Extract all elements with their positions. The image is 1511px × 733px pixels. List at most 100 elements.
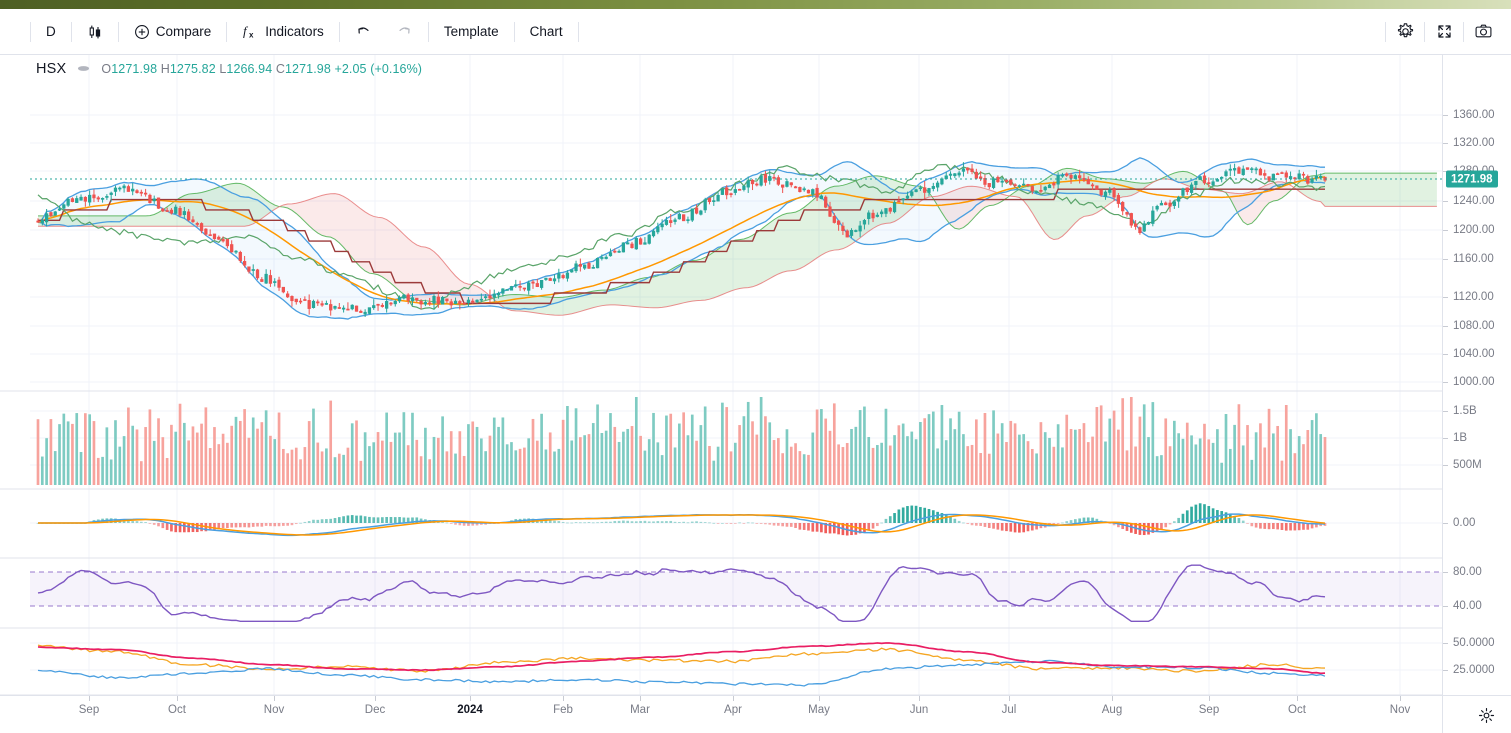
volume-bar: [148, 409, 152, 485]
candle-body: [337, 307, 341, 309]
toolbar-divider: [1463, 21, 1464, 42]
candle-body: [1022, 183, 1026, 186]
candle-body: [1194, 181, 1198, 185]
fullscreen-button[interactable]: [1428, 17, 1460, 47]
snapshot-button[interactable]: [1467, 17, 1499, 47]
volume-bar: [600, 433, 604, 485]
macd-histogram-bar: [815, 523, 819, 532]
chart-canvas[interactable]: [0, 55, 1511, 733]
volume-bar: [888, 445, 892, 485]
volume-bar: [867, 437, 871, 485]
macd-histogram-bar: [1155, 523, 1159, 531]
candle-body: [445, 298, 449, 302]
volume-bar: [949, 418, 952, 485]
axis-settings-button[interactable]: [1475, 704, 1497, 726]
current-price-badge[interactable]: 1271.98: [1446, 170, 1498, 188]
volume-bar: [127, 407, 130, 485]
compare-button[interactable]: Compare: [124, 17, 222, 47]
volume-bar: [927, 414, 931, 485]
redo-button[interactable]: [386, 17, 423, 47]
candle-body: [1073, 175, 1077, 179]
volume-bar: [441, 416, 444, 485]
macd-histogram-bar: [746, 522, 750, 524]
candle-body: [570, 269, 574, 273]
candle-body: [595, 257, 600, 269]
candle-body: [113, 187, 118, 192]
indicators-button[interactable]: f x Indicators: [232, 17, 334, 47]
candle-body: [385, 301, 389, 309]
volume-bar: [1095, 407, 1099, 485]
volume-bar: [71, 423, 74, 485]
chart-type-button[interactable]: [77, 17, 113, 47]
template-button[interactable]: Template: [434, 17, 509, 47]
rsi-axis-label: 40.00: [1453, 600, 1482, 612]
candle-body: [161, 208, 165, 212]
fx-icon: f x: [242, 23, 259, 40]
toolbar-divider: [427, 21, 429, 42]
candle-body: [496, 292, 501, 296]
price-axis[interactable]: 1360.001320.001280.001240.001200.001160.…: [1442, 55, 1511, 733]
toolbar-divider: [1385, 21, 1386, 42]
volume-bar: [312, 408, 315, 485]
candle-body: [122, 185, 126, 189]
time-axis[interactable]: Sep Oct Nov Dec 2024 Feb Mar Apr May Jun Jul Aug Sep…: [0, 695, 1511, 733]
undo-button[interactable]: [345, 17, 382, 47]
macd-histogram-bar: [152, 523, 156, 525]
volume-bar: [596, 404, 599, 485]
volume-bar: [970, 444, 974, 485]
volume-bar: [329, 400, 333, 485]
candle-body: [471, 300, 475, 303]
macd-histogram-bar: [837, 523, 840, 535]
macd-histogram-bar: [256, 523, 259, 527]
candle-body: [979, 176, 983, 179]
volume-bar: [1138, 416, 1142, 485]
fullscreen-icon: [1436, 23, 1453, 40]
macd-histogram-bar: [389, 517, 393, 523]
volume-bar: [1315, 413, 1318, 485]
macd-histogram-bar: [596, 522, 599, 524]
macd-histogram-bar: [789, 523, 793, 527]
volume-bar: [355, 420, 358, 485]
dmi-plus-di-line: [37, 644, 1326, 673]
macd-histogram-bar: [316, 519, 320, 523]
volume-bar: [1142, 404, 1146, 485]
macd-histogram-bar: [230, 523, 234, 528]
candle-body: [1069, 174, 1073, 179]
volume-bar: [794, 443, 797, 485]
macd-histogram-bar: [161, 523, 165, 529]
time-axis-label: Sep: [1198, 704, 1220, 716]
candle-body: [1220, 176, 1224, 179]
macd-histogram-bar: [553, 520, 556, 523]
time-tick: [89, 696, 90, 701]
macd-histogram-bar: [953, 518, 957, 523]
volume-bar: [488, 435, 492, 485]
chart-settings-button[interactable]: [1389, 17, 1421, 47]
compare-label: Compare: [155, 24, 212, 39]
macd-histogram-bar: [979, 523, 982, 526]
volume-bar: [785, 429, 789, 485]
macd-histogram-bar: [854, 523, 858, 535]
macd-axis-label: 0.00: [1453, 517, 1476, 529]
macd-histogram-bar: [785, 523, 789, 527]
axis-tick: [1443, 382, 1448, 383]
candle-body: [264, 273, 268, 284]
chart-area[interactable]: 1360.001320.001280.001240.001200.001160.…: [0, 55, 1511, 733]
chart-button[interactable]: Chart: [520, 17, 573, 47]
candle-body: [1297, 173, 1301, 180]
interval-button[interactable]: D: [36, 17, 66, 47]
volume-bar: [178, 403, 182, 485]
candle-body: [182, 211, 186, 215]
volume-bar: [919, 422, 922, 485]
volume-bar: [613, 426, 617, 485]
candle-body: [1043, 186, 1047, 191]
volume-bar: [342, 454, 345, 485]
macd-histogram-bar: [759, 523, 763, 524]
volume-bar: [1065, 414, 1069, 485]
candle-body: [845, 230, 849, 238]
candle-body: [488, 295, 492, 299]
candle-body: [1000, 180, 1004, 183]
volume-bar: [669, 413, 673, 485]
volume-bar: [979, 453, 982, 485]
macd-histogram-bar: [1246, 523, 1249, 524]
macd-histogram-bar: [807, 523, 810, 531]
